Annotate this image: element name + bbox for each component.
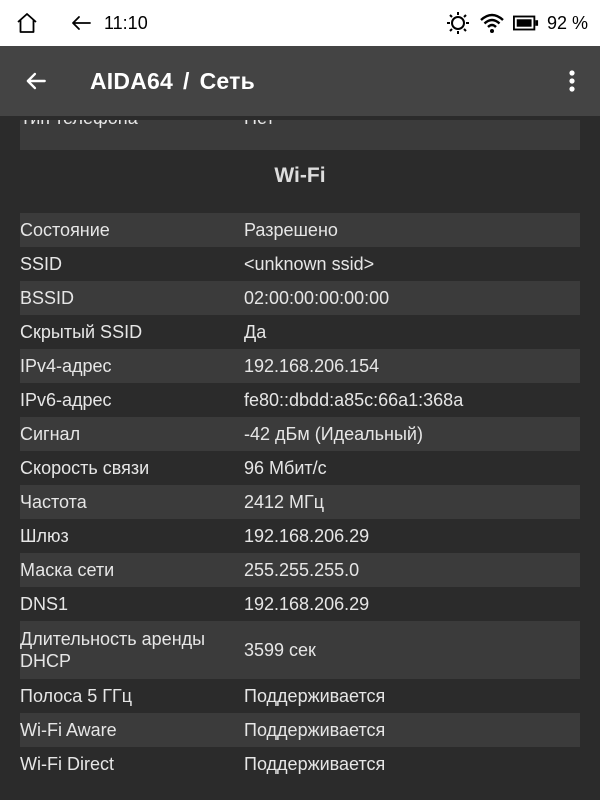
- row-value: <unknown ssid>: [244, 254, 375, 274]
- back-arrow-icon[interactable]: [68, 10, 94, 36]
- row-key: DNS1: [20, 594, 69, 614]
- row-value: 2412 МГц: [244, 492, 325, 512]
- wifi-icon: [479, 10, 505, 36]
- row-value: Нет: [244, 120, 275, 129]
- table-row: Шлюз 192.168.206.29: [20, 519, 580, 553]
- row-value: Поддерживается: [244, 720, 386, 740]
- arrow-left-icon: [26, 72, 46, 90]
- table-row: Скорость связи 96 Мбит/с: [20, 451, 580, 485]
- more-vert-icon: [569, 70, 575, 92]
- row-key: Частота: [20, 492, 87, 512]
- row-key: BSSID: [20, 288, 75, 308]
- app-bar: AIDA64 / Сеть: [0, 46, 600, 116]
- row-value: 192.168.206.29: [244, 594, 370, 614]
- brightness-icon: [445, 10, 471, 36]
- row-key: IPv4-адрес: [20, 356, 112, 376]
- table-row: IPv4-адрес 192.168.206.154: [20, 349, 580, 383]
- table-row: BSSID 02:00:00:00:00:00: [20, 281, 580, 315]
- row-value: fe80::dbdd:a85c:66a1:368a: [244, 390, 464, 410]
- table-row: Длительность аренды DHCP 3599 сек: [20, 621, 580, 679]
- row-key: Длительность аренды DHCP: [20, 629, 206, 671]
- table-row: Wi-Fi Aware Поддерживается: [20, 713, 580, 747]
- table-row-partial: Тип телефона Нет: [20, 120, 580, 150]
- row-value: Разрешено: [244, 220, 338, 240]
- row-key: Скрытый SSID: [20, 322, 143, 342]
- table-row: DNS1 192.168.206.29: [20, 587, 580, 621]
- row-key: Wi-Fi Direct: [20, 754, 114, 774]
- section-title-wifi: Wi-Fi: [274, 164, 326, 187]
- status-bar: 11:10 92 %: [0, 0, 600, 46]
- row-key: Состояние: [20, 220, 110, 240]
- row-value: 255.255.255.0: [244, 560, 360, 580]
- row-key: SSID: [20, 254, 63, 274]
- table-row: Wi-Fi Direct Поддерживается: [20, 747, 580, 781]
- home-icon[interactable]: [14, 10, 40, 36]
- row-value: 96 Мбит/с: [244, 458, 327, 478]
- row-value: Поддерживается: [244, 686, 386, 706]
- back-button[interactable]: [8, 53, 64, 109]
- table-row: Скрытый SSID Да: [20, 315, 580, 349]
- row-value: -42 дБм (Идеальный): [244, 424, 423, 444]
- row-value: 02:00:00:00:00:00: [244, 288, 390, 308]
- page-title: AIDA64 / Сеть: [90, 68, 255, 95]
- table-row: IPv6-адрес fe80::dbdd:a85c:66a1:368a: [20, 383, 580, 417]
- table-row: Маска сети 255.255.255.0: [20, 553, 580, 587]
- battery-icon: [512, 10, 539, 36]
- status-time: 11:10: [104, 12, 148, 33]
- table-row: SSID <unknown ssid>: [20, 247, 580, 281]
- table-row: Сигнал -42 дБм (Идеальный): [20, 417, 580, 451]
- row-value: Да: [244, 322, 267, 342]
- wifi-info-table: Состояние Разрешено SSID <unknown ssid> …: [20, 213, 580, 781]
- row-key: Шлюз: [20, 526, 69, 546]
- row-key: IPv6-адрес: [20, 390, 112, 410]
- row-key: Сигнал: [20, 424, 81, 444]
- row-value: 192.168.206.154: [244, 356, 380, 376]
- content-list[interactable]: Тип телефона Нет Wi-Fi Состояние Разреше…: [0, 116, 600, 800]
- row-key: Тип телефона: [20, 120, 138, 129]
- table-row: Состояние Разрешено: [20, 213, 580, 247]
- table-row: Частота 2412 МГц: [20, 485, 580, 519]
- row-key: Wi-Fi Aware: [20, 720, 117, 740]
- title-separator: /: [183, 67, 190, 94]
- app-name: AIDA64: [90, 67, 174, 94]
- table-row: Полоса 5 ГГц Поддерживается: [20, 679, 580, 713]
- row-value: Поддерживается: [244, 754, 386, 774]
- battery-percent: 92 %: [546, 12, 588, 33]
- row-value: 3599 сек: [244, 640, 316, 660]
- page-name: Сеть: [199, 67, 255, 94]
- row-key: Полоса 5 ГГц: [20, 686, 133, 706]
- overflow-menu-button[interactable]: [552, 53, 592, 109]
- row-key: Скорость связи: [20, 458, 150, 478]
- row-value: 192.168.206.29: [244, 526, 370, 546]
- row-key: Маска сети: [20, 560, 115, 580]
